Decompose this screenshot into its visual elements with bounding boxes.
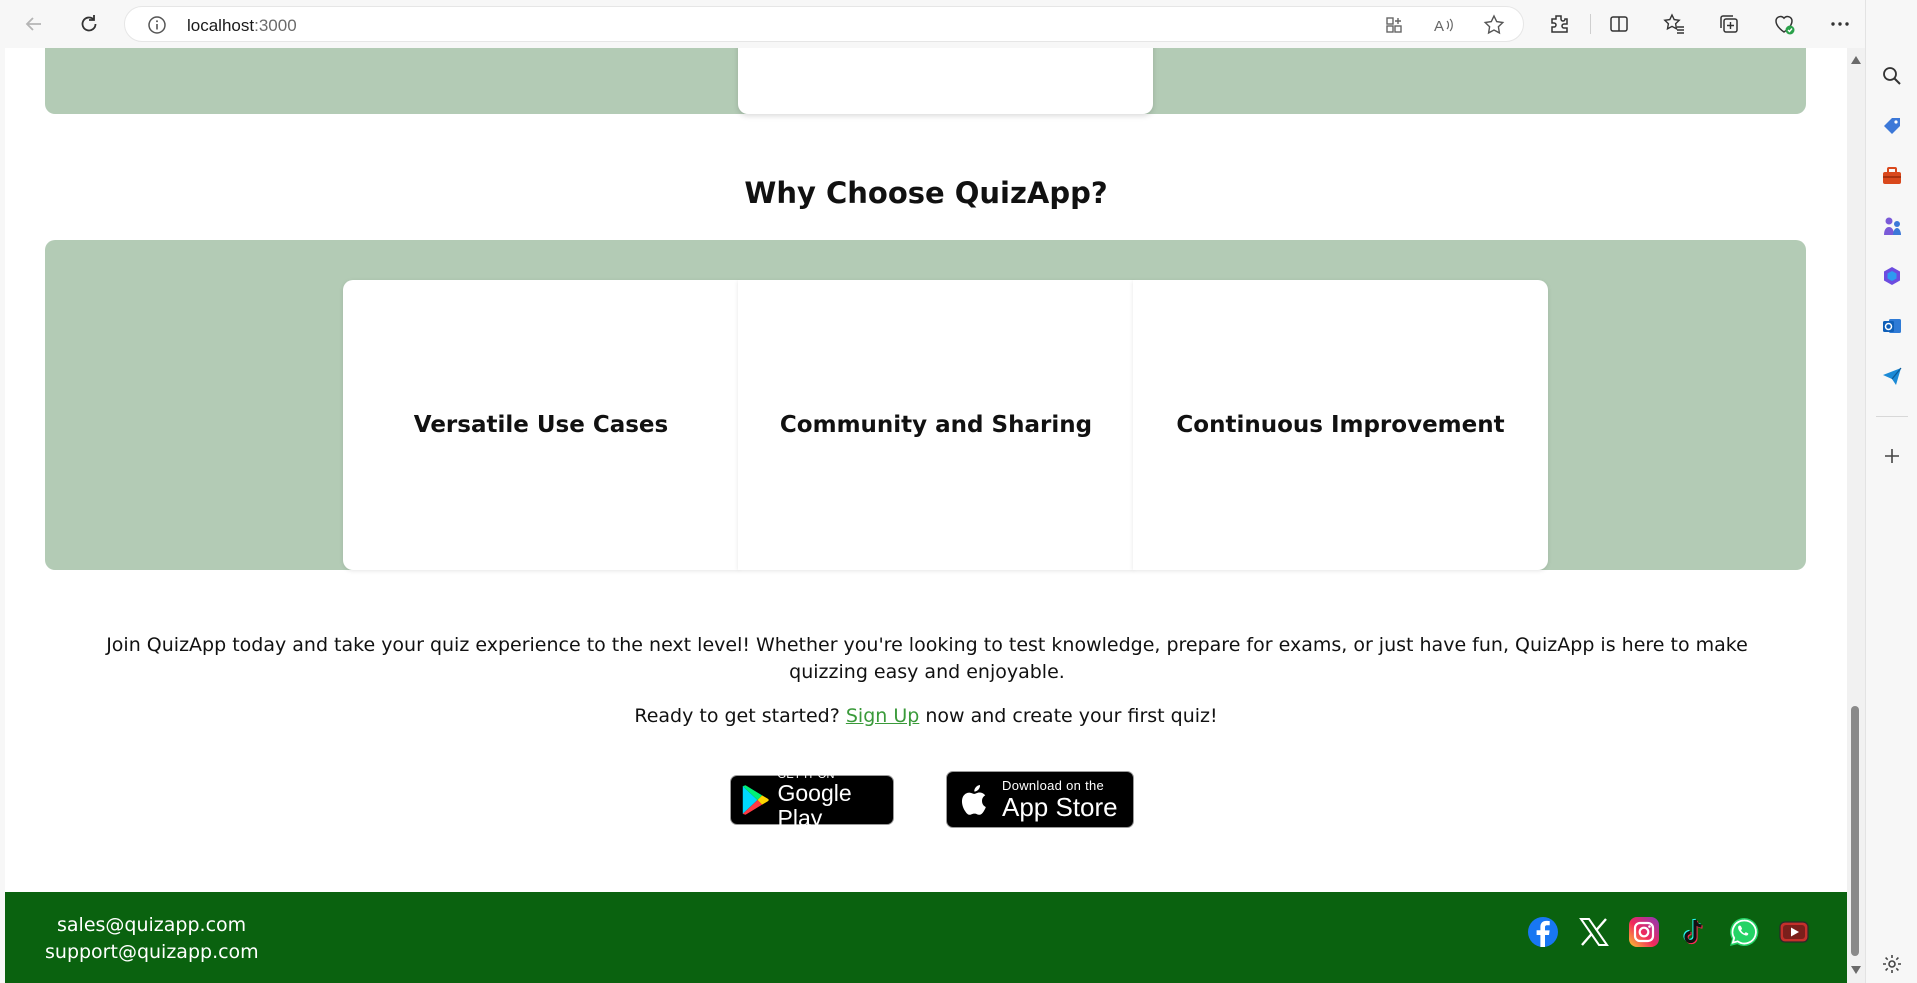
more-options-icon[interactable] xyxy=(1826,10,1854,38)
browser-sidebar xyxy=(1865,0,1917,983)
feature-card-community: Community and Sharing xyxy=(738,280,1134,570)
svg-text:A: A xyxy=(1434,18,1444,35)
read-aloud-icon[interactable]: A xyxy=(1433,14,1455,36)
scroll-up-arrow-icon[interactable] xyxy=(1851,56,1861,64)
refresh-button[interactable] xyxy=(73,8,105,40)
sidebar-games-icon[interactable] xyxy=(1878,212,1906,240)
join-paragraph: Join QuizApp today and take your quiz ex… xyxy=(106,634,1748,683)
x-icon[interactable] xyxy=(1578,916,1610,948)
back-arrow-icon xyxy=(25,17,41,31)
youtube-icon[interactable] xyxy=(1778,916,1810,948)
feature-card-versatile: Versatile Use Cases xyxy=(343,280,739,570)
app-store-small-text: Download on the xyxy=(1002,777,1105,793)
ready-paragraph: Ready to get started? Sign Up now and cr… xyxy=(5,705,1847,727)
sidebar-tools-icon[interactable] xyxy=(1878,162,1906,190)
sign-up-link[interactable]: Sign Up xyxy=(846,705,919,727)
instagram-icon[interactable] xyxy=(1628,916,1660,948)
sidebar-outlook-icon[interactable] xyxy=(1878,312,1906,340)
tiktok-icon[interactable] xyxy=(1678,916,1710,948)
sidebar-send-icon[interactable] xyxy=(1878,362,1906,390)
feature-title: Continuous Improvement xyxy=(1176,412,1505,438)
feature-card-improvement: Continuous Improvement xyxy=(1133,280,1548,570)
google-play-icon xyxy=(742,785,769,815)
page-footer: sales@quizapp.com support@quizapp.com xyxy=(5,892,1847,983)
google-play-badge[interactable]: GET IT ON Google Play xyxy=(730,769,894,831)
split-screen-icon[interactable] xyxy=(1605,10,1633,38)
app-store-big-text: App Store xyxy=(1002,791,1118,822)
google-play-big-text: Google Play xyxy=(777,780,852,831)
toolbar-divider xyxy=(1590,14,1591,34)
whatsapp-icon[interactable] xyxy=(1728,916,1760,948)
browser-toolbar: localhost:3000 A xyxy=(0,0,1917,48)
url-host: localhost xyxy=(187,16,255,35)
scroll-down-arrow-icon[interactable] xyxy=(1851,966,1861,974)
address-bar[interactable]: localhost:3000 A xyxy=(124,6,1524,42)
url-port: :3000 xyxy=(254,16,297,35)
ready-text-before: Ready to get started? xyxy=(634,705,840,727)
sidebar-microsoft365-icon[interactable] xyxy=(1878,262,1906,290)
extensions-icon[interactable] xyxy=(1545,10,1573,38)
collections-icon[interactable] xyxy=(1715,10,1743,38)
browser-essentials-icon[interactable] xyxy=(1770,10,1798,38)
feature-title: Community and Sharing xyxy=(779,412,1093,438)
back-button[interactable] xyxy=(18,8,50,40)
top-section-card xyxy=(738,48,1153,114)
sidebar-add-icon[interactable] xyxy=(1878,442,1906,470)
page-viewport: Why Choose QuizApp? Versatile Use Cases … xyxy=(5,48,1847,983)
sales-email[interactable]: sales@quizapp.com xyxy=(57,914,246,936)
apple-icon xyxy=(961,784,986,815)
site-info-icon[interactable] xyxy=(147,15,167,35)
sidebar-search-icon[interactable] xyxy=(1878,62,1906,90)
page-scrollbar[interactable] xyxy=(1847,48,1865,983)
sidebar-divider xyxy=(1876,416,1908,417)
scroll-thumb[interactable] xyxy=(1851,706,1859,956)
url-text[interactable]: localhost:3000 xyxy=(187,16,297,36)
feature-title: Versatile Use Cases xyxy=(413,412,669,438)
sidebar-settings-icon[interactable] xyxy=(1878,950,1906,978)
section-title: Why Choose QuizApp? xyxy=(744,176,1108,210)
ready-text-after: now and create your first quiz! xyxy=(925,705,1218,727)
app-store-badge[interactable]: Download on the App Store xyxy=(946,771,1134,828)
favorites-icon[interactable] xyxy=(1660,10,1688,38)
app-available-icon[interactable] xyxy=(1383,14,1405,36)
refresh-icon xyxy=(81,15,97,32)
favorite-star-icon[interactable] xyxy=(1483,14,1505,36)
support-email[interactable]: support@quizapp.com xyxy=(45,941,259,963)
facebook-icon[interactable] xyxy=(1527,916,1559,948)
sidebar-shopping-icon[interactable] xyxy=(1878,112,1906,140)
